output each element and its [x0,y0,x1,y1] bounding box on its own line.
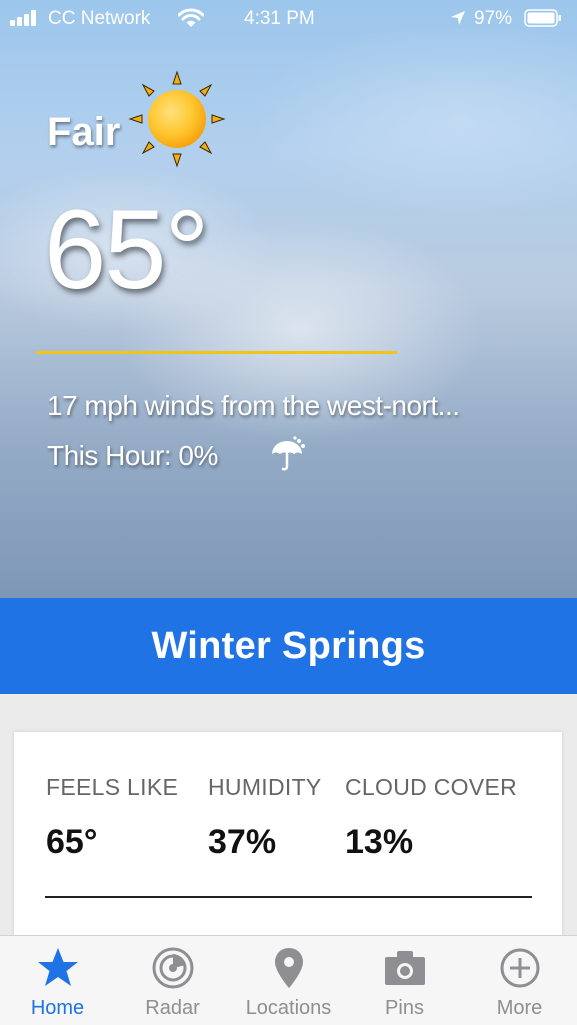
tab-locations[interactable]: Locations [230,936,347,1025]
city-banner[interactable]: Winter Springs [0,598,577,694]
card-divider [45,896,532,898]
tab-label: Pins [385,997,424,1019]
star-icon [37,948,78,986]
stat-cloud-cover: CLOUD COVER 13% [345,774,517,862]
umbrella-rain-icon [272,436,305,471]
accent-divider [36,351,397,354]
battery-percentage: 97% [474,8,513,29]
plus-circle-icon [500,948,539,988]
stat-label: FEELS LIKE [46,774,179,800]
stat-humidity: HUMIDITY 37% [208,774,322,862]
stat-value: 13% [345,823,414,861]
status-time: 4:31 PM [244,8,315,29]
tab-more[interactable]: More [462,936,577,1025]
tab-label: Radar [145,997,200,1019]
tab-pins[interactable]: Pins [347,936,462,1025]
current-conditions-panel: CC Network 4:31 PM 97% Fair 65° 17 mph w… [0,0,577,598]
camera-icon [384,951,425,985]
signal-icon [10,10,42,26]
condition-text: Fair [47,110,121,154]
tab-label: Home [30,997,85,1019]
stat-value: 65° [46,823,98,861]
current-temperature: 65° [44,187,209,312]
map-pin-icon [274,948,303,988]
city-name: Winter Springs [151,624,426,667]
location-arrow-icon [451,11,465,25]
sun-icon [128,70,226,168]
stat-label: CLOUD COVER [345,774,517,800]
tab-label: More [496,997,543,1019]
status-bar: CC Network 4:31 PM 97% [0,0,577,38]
tab-home[interactable]: Home [0,936,115,1025]
carrier-name: CC Network [48,8,151,29]
tab-label: Locations [245,997,332,1019]
stat-feels-like: FEELS LIKE 65° [46,774,178,862]
wifi-icon [178,8,204,27]
tab-radar[interactable]: Radar [115,936,230,1025]
stat-value: 37% [208,823,277,861]
battery-icon [524,9,561,27]
stat-label: HUMIDITY [208,774,322,800]
details-card: FEELS LIKE 65° HUMIDITY 37% CLOUD COVER … [14,732,562,952]
tab-bar: Home Radar Locations Pins More [0,935,577,1025]
precip-chance: This Hour: 0% [47,440,218,471]
radar-icon [152,947,193,989]
wind-description: 17 mph winds from the west-nort... [47,390,460,421]
